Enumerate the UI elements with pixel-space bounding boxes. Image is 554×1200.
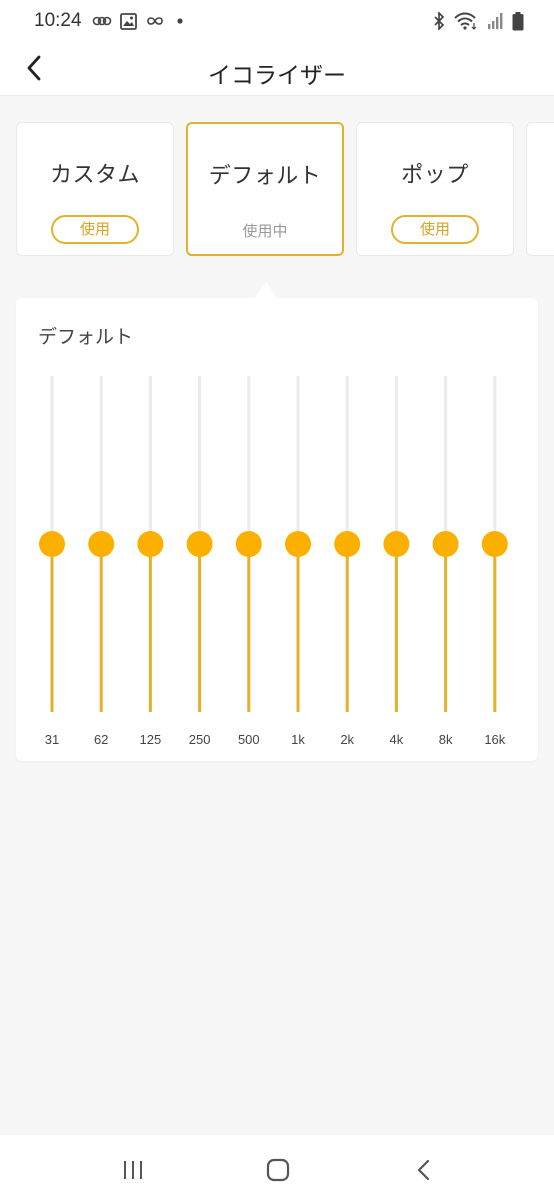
band-label: 2k [340,732,354,747]
status-time: 10:24 [34,10,82,31]
band-label: 1k [291,732,305,747]
link-icon [92,15,112,27]
signal-icon [487,12,503,30]
eq-slider-500[interactable]: 500 [235,376,262,747]
slider-knob[interactable] [334,531,361,557]
band-label: 8k [439,732,453,747]
preset-card-custom[interactable]: カスタム 使用 [16,122,174,256]
slider-knob[interactable] [432,531,459,557]
infinity-icon [145,14,165,28]
preset-card-default[interactable]: デフォルト 使用中 [186,122,344,256]
band-label: 250 [189,732,211,747]
preset-name: ポップ [401,163,469,188]
dot-icon [173,17,187,25]
wifi-icon [454,12,478,30]
eq-slider-16k[interactable]: 16k [481,376,508,747]
slider-knob[interactable] [137,531,164,557]
band-label: 16k [484,732,505,747]
navigation-bar [0,1135,554,1200]
eq-slider-2k[interactable]: 2k [334,376,361,747]
recent-apps-icon[interactable] [118,1157,148,1183]
preset-card-pop[interactable]: ポップ 使用 [356,122,514,256]
slider-knob[interactable] [235,531,262,557]
band-label: 4k [390,732,404,747]
equalizer-sliders[interactable]: 31 62 125 250 500 1k 2k 4k 8k 16k [16,298,538,761]
band-label: 500 [238,732,260,747]
battery-icon [512,11,524,31]
in-use-label: 使用中 [242,222,288,240]
page-title: イコライザー [208,63,346,89]
use-button[interactable]: 使用 [391,215,479,244]
app-header: イコライザー [0,44,554,96]
slider-knob[interactable] [39,531,65,557]
preset-card-next[interactable] [526,122,554,256]
slider-knob[interactable] [383,531,410,557]
slider-knob[interactable] [186,531,213,557]
bluetooth-icon [433,12,445,30]
band-label: 62 [94,732,108,747]
image-icon [120,12,137,30]
eq-slider-4k[interactable]: 4k [383,376,410,747]
back-icon[interactable] [410,1157,436,1183]
preset-name: カスタム [49,163,140,188]
eq-slider-250[interactable]: 250 [186,376,213,747]
system-icons [433,10,524,32]
status-bar: 10:24 [0,0,554,44]
eq-slider-1k[interactable]: 1k [285,376,311,747]
eq-slider-125[interactable]: 125 [137,376,164,747]
slider-knob[interactable] [285,531,311,557]
eq-slider-8k[interactable]: 8k [432,376,459,747]
equalizer-panel: デフォルト 31 62 125 250 500 1k 2k 4k 8k 16k [16,298,538,761]
preset-name: デフォルト [208,164,322,189]
preset-list[interactable]: カスタム 使用 デフォルト 使用中 ポップ 使用 [16,122,554,256]
eq-slider-62[interactable]: 62 [88,376,115,747]
slider-knob[interactable] [88,531,115,557]
notification-icons [92,10,187,32]
use-button[interactable]: 使用 [51,215,139,244]
band-label: 125 [140,732,162,747]
band-label: 31 [45,732,59,747]
selection-pointer [254,282,278,299]
eq-slider-31[interactable]: 31 [39,376,65,747]
slider-knob[interactable] [481,531,508,557]
